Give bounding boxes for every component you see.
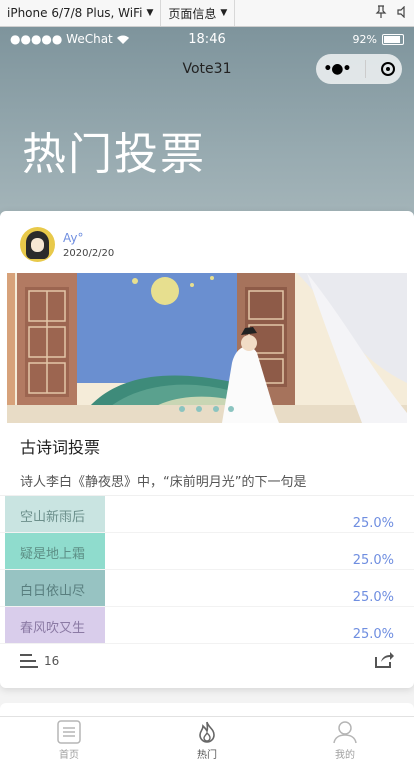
pin-icon[interactable]	[370, 5, 392, 21]
tab-hot[interactable]: 热门	[138, 717, 276, 764]
home-icon	[57, 720, 81, 744]
page-header: 18:46 ●●●●● WeChat 92% Vote31 •●• 热门投票	[0, 27, 414, 232]
tab-mine[interactable]: 我的	[276, 717, 414, 764]
post-date: 2020/2/20	[63, 247, 115, 259]
speaker-icon[interactable]	[392, 5, 414, 21]
page-title: 热门投票	[22, 129, 206, 180]
status-bar: 18:46 ●●●●● WeChat 92%	[0, 27, 414, 51]
tab-bar: 首页 热门 我的	[0, 716, 414, 764]
chevron-down-icon: ▼	[146, 8, 154, 18]
user-icon	[333, 721, 357, 744]
option-label: 疑是地上霜	[20, 547, 86, 562]
devtools-bar: iPhone 6/7/8 Plus, WiFi ▼ 页面信息 ▼	[0, 0, 414, 27]
flame-icon	[199, 721, 215, 743]
option-percent: 25.0%	[352, 516, 394, 531]
poll-option[interactable]: 白日依山尽 25.0%	[0, 570, 414, 607]
list-icon	[20, 654, 38, 668]
close-mini-program-icon[interactable]	[380, 62, 395, 76]
vote-count: 16	[44, 654, 60, 668]
chevron-down-icon: ▼	[220, 8, 228, 18]
battery-icon	[382, 33, 404, 45]
poll-option[interactable]: 空山新雨后 25.0%	[0, 496, 414, 533]
option-percent: 25.0%	[352, 627, 394, 642]
device-selector[interactable]: iPhone 6/7/8 Plus, WiFi ▼	[0, 0, 162, 26]
poll-option[interactable]: 疑是地上霜 25.0%	[0, 533, 414, 570]
page-info-selector[interactable]: 页面信息 ▼	[161, 0, 236, 26]
poll-option[interactable]: 春风吹又生 25.0%	[0, 607, 414, 644]
tab-label: 热门	[197, 750, 217, 761]
capsule-divider	[365, 60, 367, 78]
tab-label: 我的	[335, 750, 355, 761]
avatar[interactable]	[20, 227, 55, 262]
option-label: 空山新雨后	[20, 510, 86, 525]
poll-title: 古诗词投票	[20, 438, 101, 457]
author-info: Ay° 2020/2/20	[20, 227, 114, 262]
share-icon[interactable]	[374, 651, 394, 673]
tab-home[interactable]: 首页	[0, 717, 138, 764]
carrier-label: ●●●●● WeChat	[10, 32, 113, 46]
poll-banner-image	[7, 273, 407, 423]
page-info-label: 页面信息	[168, 6, 217, 21]
device-label: iPhone 6/7/8 Plus, WiFi	[7, 6, 143, 20]
poll-description: 诗人李白《静夜思》中，“床前明月光”的下一句是	[20, 475, 307, 490]
option-percent: 25.0%	[352, 553, 394, 568]
author-name[interactable]: Ay°	[63, 231, 114, 245]
more-icon[interactable]: •●•	[323, 61, 351, 77]
battery-percent: 92%	[352, 32, 377, 46]
poll-options: 空山新雨后 25.0% 疑是地上霜 25.0% 白日依山尽 25.0% 春风吹又…	[0, 496, 414, 644]
option-percent: 25.0%	[352, 590, 394, 605]
tab-label: 首页	[59, 750, 79, 761]
poll-card[interactable]: Ay° 2020/2/20 古诗词投票 诗人李白《静夜思》中，“床前明月光”的下…	[0, 211, 414, 688]
option-label: 白日依山尽	[20, 584, 86, 599]
mini-program-capsule: •●•	[316, 54, 402, 84]
poll-footer: 16	[20, 651, 394, 671]
wifi-icon	[116, 35, 129, 44]
option-label: 春风吹又生	[20, 621, 86, 636]
